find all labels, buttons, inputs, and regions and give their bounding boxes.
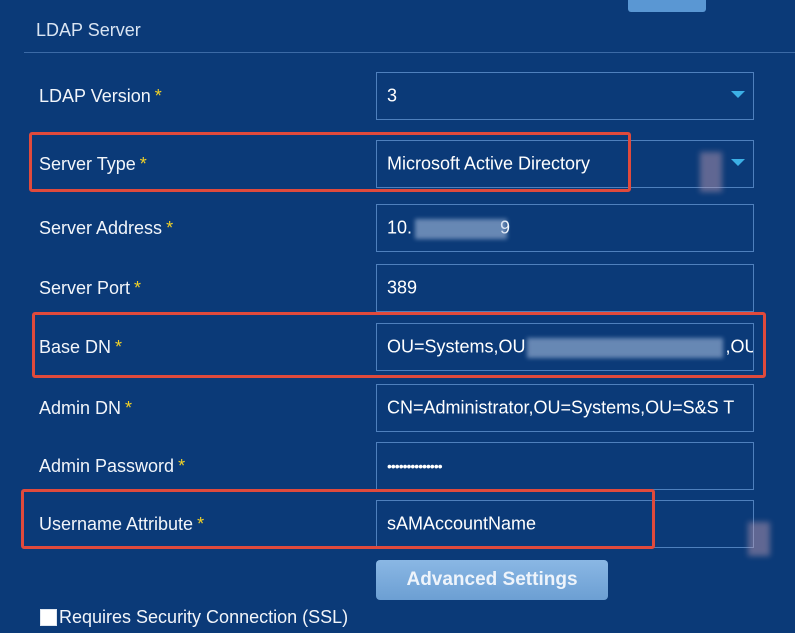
required-mark: *	[166, 218, 174, 238]
server-type-value: Microsoft Active Directory	[387, 153, 591, 174]
ldap-version-select[interactable]: 3	[376, 72, 754, 120]
redacted-text	[527, 338, 723, 358]
server-port-input[interactable]: 389	[376, 264, 754, 312]
required-mark: *	[197, 514, 205, 534]
required-mark: *	[115, 337, 123, 357]
redacted-mark	[700, 152, 722, 192]
base-dn-value-suffix: ,OU	[725, 336, 753, 357]
base-dn-label: Base DN *	[39, 337, 123, 357]
ssl-checkbox[interactable]	[40, 608, 57, 626]
base-dn-value: OU=Systems,OU	[387, 336, 526, 357]
admin-dn-label: Admin DN *	[39, 398, 133, 418]
required-mark: *	[125, 398, 133, 418]
ldap-version-label: LDAP Version *	[39, 86, 162, 106]
base-dn-input[interactable]: OU=Systems,OU ,OU	[376, 323, 754, 371]
ssl-option: Requires Security Connection (SSL)	[40, 606, 348, 628]
username-attribute-label: Username Attribute *	[39, 514, 205, 534]
admin-password-input[interactable]: ••••••••••••••	[376, 442, 754, 490]
required-mark: *	[154, 86, 162, 106]
admin-dn-input[interactable]: CN=Administrator,OU=Systems,OU=S&S T	[376, 384, 754, 432]
chevron-down-icon[interactable]	[731, 91, 745, 98]
section-title: LDAP Server	[36, 20, 141, 40]
redacted-mark	[748, 522, 770, 556]
username-attribute-value: sAMAccountName	[387, 513, 537, 534]
ssl-label: Requires Security Connection (SSL)	[59, 606, 349, 627]
server-address-label: Server Address *	[39, 218, 174, 238]
server-port-value: 389	[387, 277, 418, 298]
section-divider	[24, 52, 795, 53]
server-type-select[interactable]: Microsoft Active Directory	[376, 140, 754, 188]
admin-password-label: Admin Password *	[39, 456, 186, 476]
top-tab-button[interactable]	[628, 0, 706, 12]
server-address-input[interactable]: 10.9	[376, 204, 754, 252]
username-attribute-input[interactable]: sAMAccountName	[376, 500, 754, 548]
redacted-text	[415, 219, 507, 239]
server-type-label: Server Type *	[39, 154, 147, 174]
required-mark: *	[134, 278, 142, 298]
required-mark: *	[178, 456, 186, 476]
admin-dn-value: CN=Administrator,OU=Systems,OU=S&S T	[387, 397, 735, 418]
required-mark: *	[139, 154, 147, 174]
chevron-down-icon[interactable]	[731, 159, 745, 166]
advanced-settings-button[interactable]: Advanced Settings	[376, 560, 608, 600]
server-port-label: Server Port *	[39, 278, 142, 298]
ldap-version-value: 3	[387, 85, 398, 106]
server-address-value: 10.	[387, 217, 413, 238]
admin-password-value: ••••••••••••••	[387, 458, 443, 474]
